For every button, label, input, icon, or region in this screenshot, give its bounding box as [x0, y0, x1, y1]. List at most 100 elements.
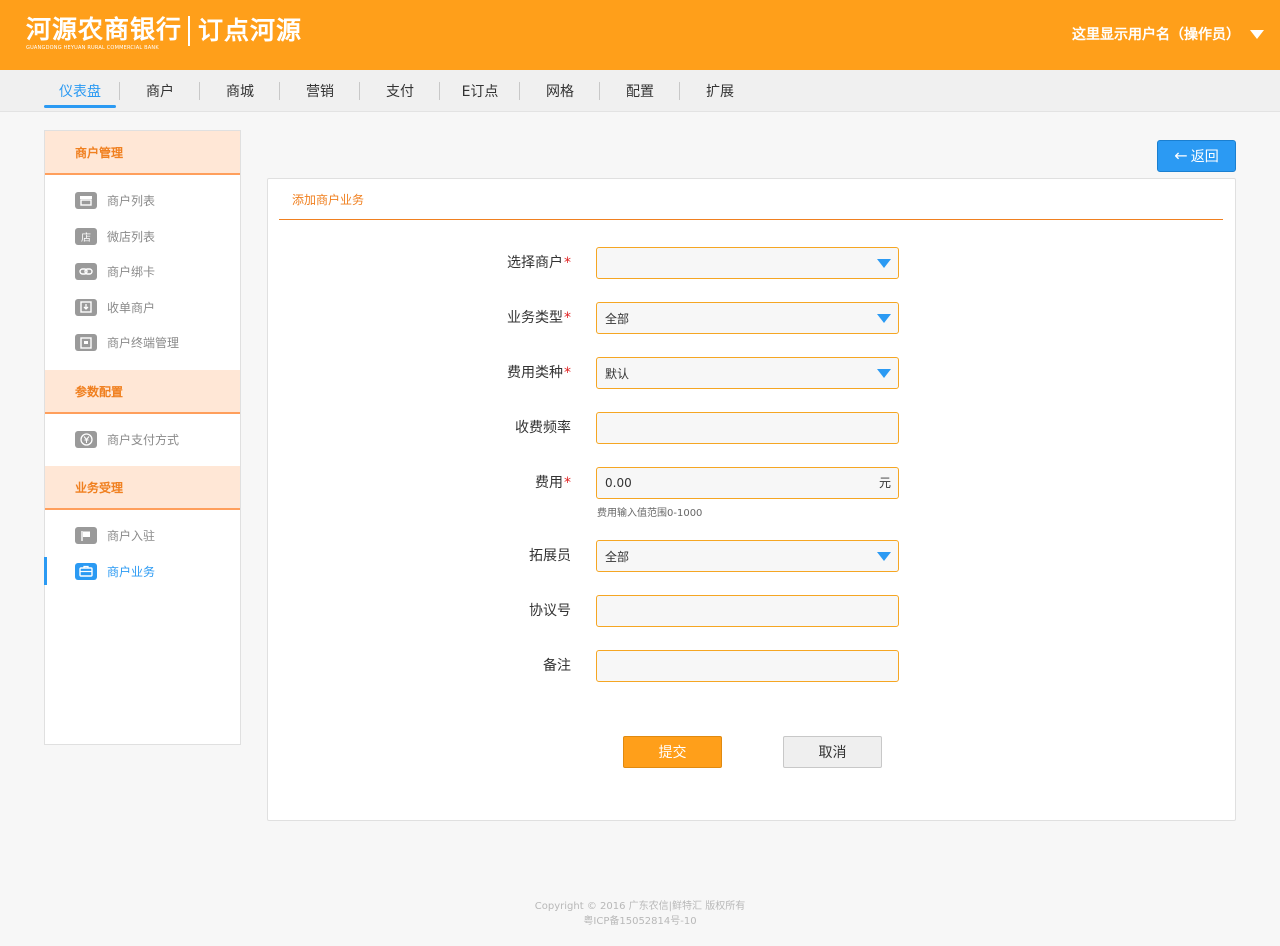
sidebar-section-title: 商户管理	[45, 131, 240, 175]
form-row-fee-category: 费用类种* 默认	[268, 357, 1237, 389]
charge-frequency-input[interactable]	[596, 412, 899, 444]
sidebar-item-label: 商户业务	[107, 564, 156, 579]
fee-input[interactable]: 0.00 元	[596, 467, 899, 499]
select-value: 全部	[605, 311, 630, 326]
yuan-icon	[75, 430, 97, 448]
user-menu[interactable]: 这里显示用户名（操作员）	[1072, 24, 1264, 44]
sidebar-item-microshop-list[interactable]: 店 微店列表	[45, 219, 240, 255]
caret-down-icon	[877, 369, 891, 378]
field-label: 备注	[543, 658, 571, 674]
panel-divider	[279, 219, 1223, 220]
field-label: 协议号	[529, 603, 571, 619]
user-name: 这里显示用户名（操作员）	[1072, 27, 1240, 43]
nav-item-mall[interactable]: 商城	[200, 70, 280, 112]
field-label: 费用类种*	[507, 365, 571, 381]
caret-down-icon	[877, 259, 891, 268]
form-row-business-type: 业务类型* 全部	[268, 302, 1237, 334]
field-label: 业务类型*	[507, 310, 571, 326]
select-value: 默认	[605, 366, 630, 381]
sidebar-item-label: 商户终端管理	[107, 336, 180, 351]
copyright-text: Copyright © 2016 广东农信|鲜特汇 版权所有	[534, 901, 746, 912]
nav-item-label: 营销	[306, 84, 334, 100]
bank-name-en: GUANGDONG HEYUAN RURAL COMMERCIAL BANK	[26, 45, 159, 51]
form-row-expander: 拓展员 全部	[268, 540, 1237, 572]
back-button[interactable]: ← 返回	[1157, 140, 1236, 172]
nav-item-label: E订点	[461, 84, 499, 100]
caret-down-icon	[1250, 29, 1264, 39]
sidebar-item-merchant-onboarding[interactable]: 商户入驻	[45, 518, 240, 554]
nav-item-e-order[interactable]: E订点	[440, 70, 520, 112]
nav-item-label: 仪表盘	[59, 84, 101, 100]
business-type-select[interactable]: 全部	[596, 302, 899, 334]
icp-text: 粤ICP备15052814号-10	[583, 916, 697, 927]
footer: Copyright © 2016 广东农信|鲜特汇 版权所有 粤ICP备1505…	[0, 899, 1280, 929]
form-row-fee: 费用* 0.00 元 费用输入值范围0-1000	[268, 467, 1237, 519]
bank-name: 河源农商银行	[26, 15, 183, 44]
sidebar: 商户管理 商户列表 店 微店列表 商户绑卡 收单商户 商户终端管理 参数配置 商…	[44, 130, 241, 745]
product-name: 订点河源	[198, 16, 303, 45]
sidebar-item-label: 商户入驻	[107, 529, 156, 544]
terminal-icon	[75, 334, 97, 352]
form-row-merchant: 选择商户*	[268, 247, 1237, 279]
sidebar-item-label: 商户列表	[107, 194, 156, 209]
sidebar-item-merchant-bind-card[interactable]: 商户绑卡	[45, 254, 240, 290]
sidebar-item-label: 收单商户	[107, 300, 156, 315]
sidebar-item-label: 商户支付方式	[107, 432, 180, 447]
nav-item-label: 商城	[226, 84, 254, 100]
arrow-left-icon: ←	[1174, 146, 1188, 165]
nav-item-marketing[interactable]: 营销	[280, 70, 360, 112]
shop-icon: 店	[75, 227, 97, 245]
field-label: 费用*	[535, 475, 571, 491]
field-label: 收费频率	[515, 420, 571, 436]
nav-item-merchant[interactable]: 商户	[120, 70, 200, 112]
remarks-input[interactable]	[596, 650, 899, 682]
active-indicator	[44, 105, 116, 108]
caret-down-icon	[877, 552, 891, 561]
link-icon	[75, 263, 97, 281]
nav-item-label: 网格	[546, 84, 574, 100]
nav-item-label: 扩展	[706, 84, 734, 100]
sidebar-section-title: 业务受理	[45, 466, 240, 510]
sidebar-item-label: 微店列表	[107, 229, 156, 244]
sidebar-item-merchant-business[interactable]: 商户业务	[44, 554, 240, 590]
nav-item-grid[interactable]: 网格	[520, 70, 600, 112]
sidebar-item-acquiring-merchant[interactable]: 收单商户	[45, 290, 240, 326]
fee-category-select[interactable]: 默认	[596, 357, 899, 389]
caret-down-icon	[877, 314, 891, 323]
sidebar-item-terminal-management[interactable]: 商户终端管理	[45, 325, 240, 361]
download-icon	[75, 298, 97, 316]
form-row-charge-frequency: 收费频率	[268, 412, 1237, 444]
submit-button[interactable]: 提交	[623, 736, 722, 768]
nav-item-label: 配置	[626, 84, 654, 100]
nav-item-config[interactable]: 配置	[600, 70, 680, 112]
bank-logo: 河源农商银行 GUANGDONG HEYUAN RURAL COMMERCIAL…	[26, 15, 183, 52]
fee-hint: 费用输入值范围0-1000	[597, 508, 703, 519]
form-row-remarks: 备注	[268, 650, 1237, 682]
field-label: 选择商户*	[507, 255, 571, 271]
nav-item-label: 支付	[386, 84, 414, 100]
cancel-button[interactable]: 取消	[783, 736, 882, 768]
sidebar-item-label: 商户绑卡	[107, 265, 156, 280]
logo[interactable]: 河源农商银行 GUANGDONG HEYUAN RURAL COMMERCIAL…	[26, 16, 302, 52]
form-row-agreement-number: 协议号	[268, 595, 1237, 627]
select-value: 全部	[605, 549, 630, 564]
top-header: 河源农商银行 GUANGDONG HEYUAN RURAL COMMERCIAL…	[0, 0, 1280, 70]
main-nav: 仪表盘 商户 商城 营销 支付 E订点 网格 配置 扩展	[0, 70, 1280, 112]
sidebar-item-merchant-list[interactable]: 商户列表	[45, 183, 240, 219]
form-panel: 添加商户业务 选择商户* 业务类型* 全部 费用类种* 默认 收费频率 费用*	[267, 178, 1236, 821]
agreement-number-input[interactable]	[596, 595, 899, 627]
field-label: 拓展员	[529, 548, 571, 564]
input-value: 0.00	[605, 476, 632, 490]
logo-divider	[188, 16, 191, 46]
merchant-select[interactable]	[596, 247, 899, 279]
nav-item-dashboard[interactable]: 仪表盘	[40, 70, 120, 112]
nav-item-payment[interactable]: 支付	[360, 70, 440, 112]
nav-item-extend[interactable]: 扩展	[680, 70, 760, 112]
store-icon	[75, 192, 97, 210]
fee-unit: 元	[878, 476, 891, 490]
sidebar-item-payment-methods[interactable]: 商户支付方式	[45, 422, 240, 458]
briefcase-icon	[75, 562, 97, 580]
expander-select[interactable]: 全部	[596, 540, 899, 572]
sidebar-section-title: 参数配置	[45, 369, 240, 414]
back-button-label: 返回	[1190, 149, 1219, 165]
